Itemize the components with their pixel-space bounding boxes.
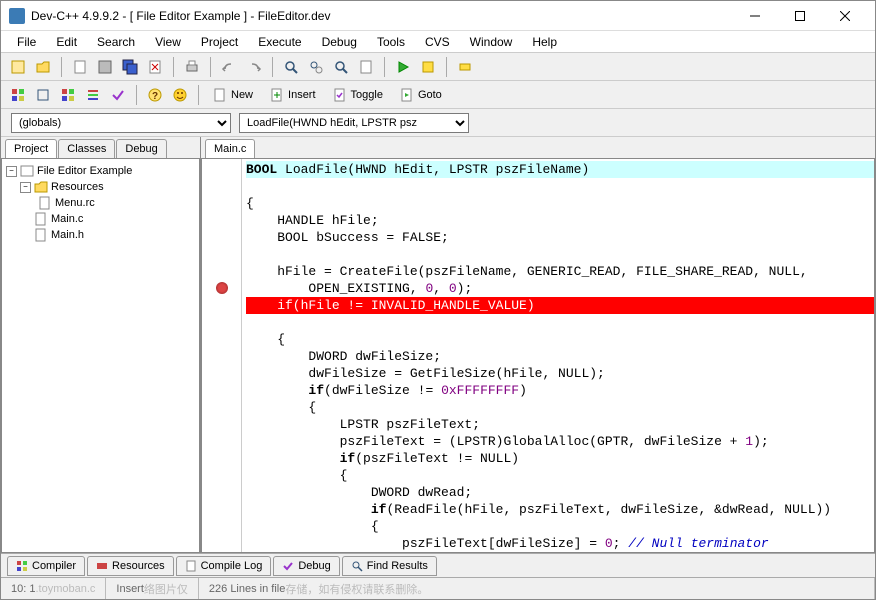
insert-button[interactable]: Insert (263, 84, 323, 106)
toolbar-secondary: ? New Insert Toggle Goto (1, 81, 875, 109)
undo-button[interactable] (218, 56, 240, 78)
menu-view[interactable]: View (145, 32, 191, 52)
btab-compile-log[interactable]: Compile Log (176, 556, 272, 576)
code-editor[interactable]: BOOL LoadFile(HWND hEdit, LPSTR pszFileN… (242, 159, 874, 552)
file-tabs: Main.c (201, 137, 875, 158)
statusbar: 10: 1.toymoban.c Insert络图片仅 226 Lines in… (1, 577, 875, 599)
project-panel: Project Classes Debug −File Editor Examp… (1, 137, 201, 553)
tree-root[interactable]: −File Editor Example (6, 163, 195, 179)
menubar: File Edit Search View Project Execute De… (1, 31, 875, 53)
svg-text:?: ? (152, 91, 158, 102)
compile-button[interactable] (392, 56, 414, 78)
replace-button[interactable] (305, 56, 327, 78)
status-mode: Insert络图片仅 (106, 578, 199, 599)
help-button[interactable]: ? (144, 84, 166, 106)
menu-debug[interactable]: Debug (312, 32, 367, 52)
window-title: Dev-C++ 4.9.9.2 - [ File Editor Example … (31, 9, 732, 23)
redo-button[interactable] (243, 56, 265, 78)
compile-all-button[interactable] (7, 84, 29, 106)
debug-button[interactable] (454, 56, 476, 78)
find-button[interactable] (280, 56, 302, 78)
btab-find-results[interactable]: Find Results (342, 556, 437, 576)
menu-execute[interactable]: Execute (248, 32, 311, 52)
find-next-button[interactable] (330, 56, 352, 78)
file-tab-main-c[interactable]: Main.c (205, 139, 255, 158)
btab-compiler[interactable]: Compiler (7, 556, 85, 576)
app-icon (9, 8, 25, 24)
editor-gutter[interactable] (202, 159, 242, 552)
checkmark-button[interactable] (107, 84, 129, 106)
run-button[interactable] (417, 56, 439, 78)
project-tree[interactable]: −File Editor Example −Resources Menu.rc … (1, 158, 200, 553)
menu-cvs[interactable]: CVS (415, 32, 460, 52)
project-tabs: Project Classes Debug (1, 137, 200, 158)
btab-resources[interactable]: Resources (87, 556, 174, 576)
breakpoint-icon[interactable] (216, 282, 228, 294)
output-tabs: Compiler Resources Compile Log Debug Fin… (1, 553, 875, 577)
save-all-button[interactable] (119, 56, 141, 78)
new-button[interactable]: New (206, 84, 260, 106)
status-position: 10: 1.toymoban.c (1, 578, 106, 599)
close-button[interactable] (822, 2, 867, 30)
syntax-check-button[interactable] (82, 84, 104, 106)
tab-classes[interactable]: Classes (58, 139, 115, 158)
menu-window[interactable]: Window (460, 32, 523, 52)
tab-debug[interactable]: Debug (116, 139, 166, 158)
maximize-button[interactable] (777, 2, 822, 30)
tab-project[interactable]: Project (5, 139, 57, 158)
print-button[interactable] (181, 56, 203, 78)
minimize-button[interactable] (732, 2, 777, 30)
tree-item-main-h[interactable]: Main.h (6, 227, 195, 243)
compile-run-button[interactable] (57, 84, 79, 106)
tree-item-main-c[interactable]: Main.c (6, 211, 195, 227)
goto-button[interactable]: Goto (393, 84, 449, 106)
toolbar-main (1, 53, 875, 81)
scope-dropdown[interactable]: (globals) (11, 113, 231, 133)
menu-file[interactable]: File (7, 32, 46, 52)
toggle-button[interactable]: Toggle (326, 84, 390, 106)
titlebar: Dev-C++ 4.9.9.2 - [ File Editor Example … (1, 1, 875, 31)
goto-line-button[interactable] (355, 56, 377, 78)
menu-help[interactable]: Help (522, 32, 567, 52)
menu-edit[interactable]: Edit (46, 32, 87, 52)
about-button[interactable] (169, 84, 191, 106)
open-button[interactable] (32, 56, 54, 78)
function-dropdown[interactable]: LoadFile(HWND hEdit, LPSTR psz (239, 113, 469, 133)
new-project-button[interactable] (7, 56, 29, 78)
menu-project[interactable]: Project (191, 32, 248, 52)
btab-debug[interactable]: Debug (273, 556, 339, 576)
rebuild-button[interactable] (32, 84, 54, 106)
menu-tools[interactable]: Tools (367, 32, 415, 52)
status-lines: 226 Lines in file存储，如有侵权请联系删除。 (199, 578, 875, 599)
scope-bar: (globals) LoadFile(HWND hEdit, LPSTR psz (1, 109, 875, 137)
save-button[interactable] (94, 56, 116, 78)
tree-resources[interactable]: −Resources (6, 179, 195, 195)
tree-item-menu-rc[interactable]: Menu.rc (6, 195, 195, 211)
close-file-button[interactable] (144, 56, 166, 78)
menu-search[interactable]: Search (87, 32, 145, 52)
new-file-button[interactable] (69, 56, 91, 78)
